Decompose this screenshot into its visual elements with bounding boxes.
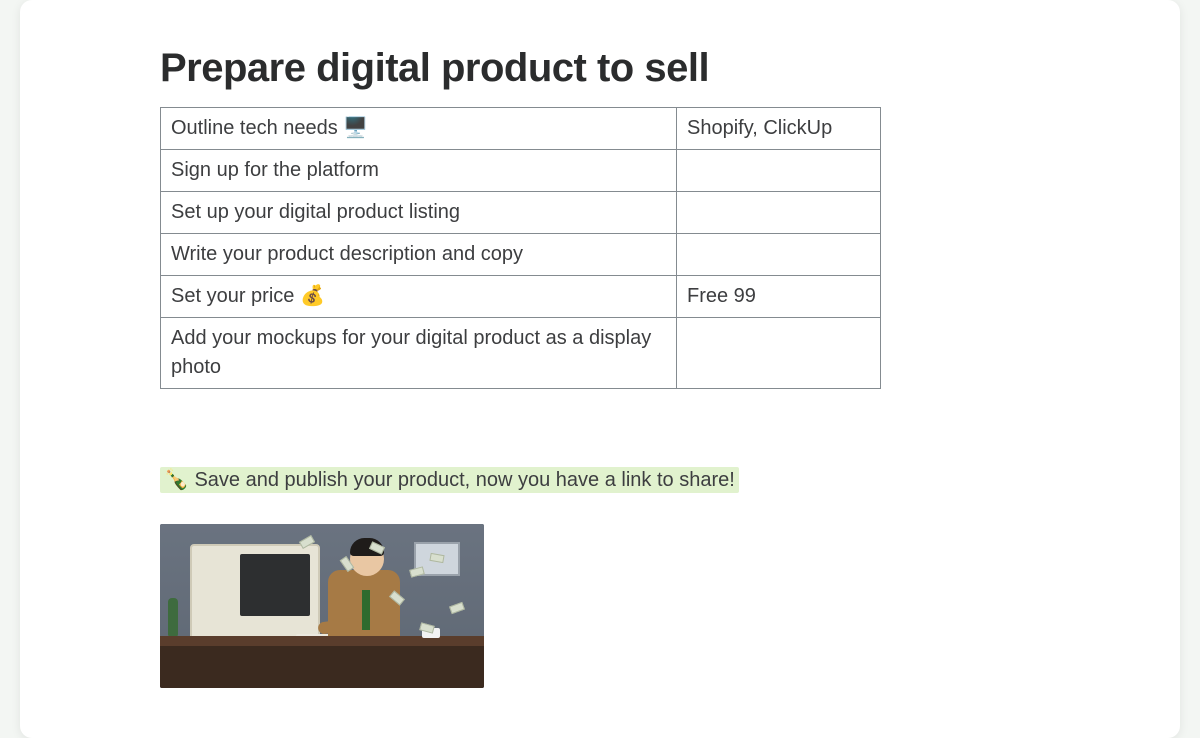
task-cell: Sign up for the platform bbox=[161, 150, 677, 192]
table-row: Write your product description and copy bbox=[161, 234, 881, 276]
tasks-table: Outline tech needs 🖥️ Shopify, ClickUp S… bbox=[160, 107, 881, 389]
value-cell bbox=[677, 234, 881, 276]
table-row: Set your price 💰 Free 99 bbox=[161, 276, 881, 318]
highlight-line: 🍾 Save and publish your product, now you… bbox=[160, 467, 1040, 492]
table-row: Sign up for the platform bbox=[161, 150, 881, 192]
highlight-text: Save and publish your product, now you h… bbox=[194, 469, 734, 491]
task-cell: Set your price 💰 bbox=[161, 276, 677, 318]
value-cell bbox=[677, 192, 881, 234]
task-cell: Add your mockups for your digital produc… bbox=[161, 318, 677, 389]
task-cell: Outline tech needs 🖥️ bbox=[161, 108, 677, 150]
task-cell: Set up your digital product listing bbox=[161, 192, 677, 234]
champagne-icon: 🍾 bbox=[164, 469, 189, 491]
document-page: Prepare digital product to sell Outline … bbox=[20, 0, 1180, 738]
value-cell bbox=[677, 150, 881, 192]
value-cell: Free 99 bbox=[677, 276, 881, 318]
task-cell: Write your product description and copy bbox=[161, 234, 677, 276]
embedded-gif bbox=[160, 524, 484, 688]
table-row: Outline tech needs 🖥️ Shopify, ClickUp bbox=[161, 108, 881, 150]
value-cell: Shopify, ClickUp bbox=[677, 108, 881, 150]
table-row: Add your mockups for your digital produc… bbox=[161, 318, 881, 389]
value-cell bbox=[677, 318, 881, 389]
page-title: Prepare digital product to sell bbox=[160, 46, 1040, 91]
table-row: Set up your digital product listing bbox=[161, 192, 881, 234]
